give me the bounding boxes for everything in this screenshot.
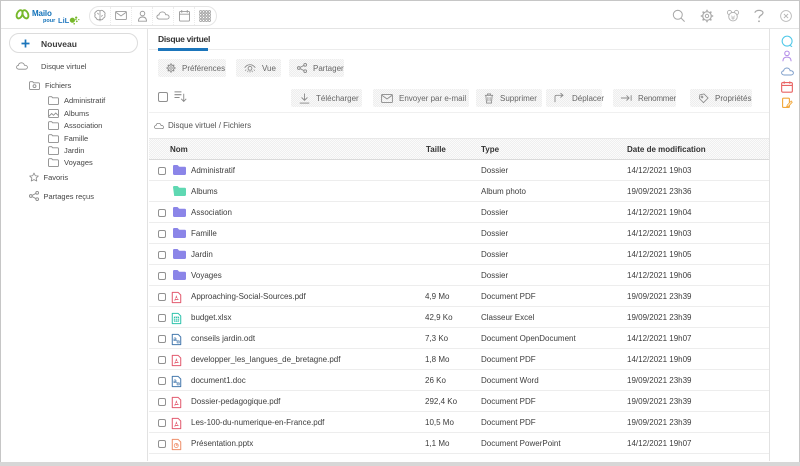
svg-text:a: a [173,378,177,385]
svg-text:a: a [173,336,177,343]
